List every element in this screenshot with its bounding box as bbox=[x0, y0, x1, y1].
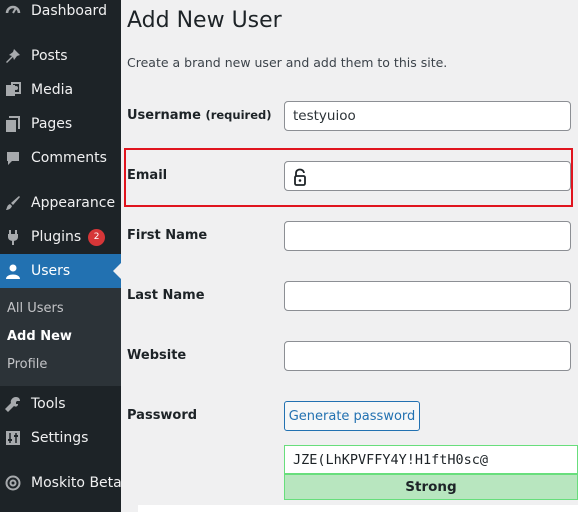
media-icon bbox=[5, 82, 21, 98]
website-field[interactable] bbox=[284, 341, 571, 371]
pin-icon bbox=[5, 48, 21, 64]
page-title: Add New User bbox=[127, 8, 282, 33]
first-name-input[interactable] bbox=[293, 228, 562, 244]
submenu-profile[interactable]: Profile bbox=[7, 357, 47, 372]
sidebar-item-media[interactable]: Media bbox=[0, 73, 121, 107]
first-name-label: First Name bbox=[127, 228, 208, 243]
sidebar-item-tools[interactable]: Tools bbox=[0, 387, 121, 421]
sidebar-item-plugins[interactable]: Plugins 2 bbox=[0, 220, 121, 254]
username-field[interactable] bbox=[284, 101, 571, 131]
submenu-all-users[interactable]: All Users bbox=[7, 301, 64, 316]
email-field[interactable] bbox=[284, 161, 571, 191]
submenu-add-new[interactable]: Add New bbox=[7, 329, 72, 344]
sidebar-item-label: Users bbox=[31, 263, 71, 279]
admin-sidebar: Dashboard Posts Media Pages Comments App… bbox=[0, 0, 122, 512]
pages-icon bbox=[5, 116, 21, 132]
paintbrush-icon bbox=[5, 195, 21, 211]
sidebar-item-label: Moskito Beta bbox=[31, 475, 122, 491]
password-field[interactable]: JZE(LhKPVFFY4Y!H1ftH0sc@ bbox=[284, 445, 578, 474]
last-name-input[interactable] bbox=[293, 288, 562, 304]
password-strength-indicator: Strong bbox=[284, 474, 578, 500]
dashboard-icon bbox=[5, 3, 21, 19]
password-manager-icon[interactable] bbox=[293, 168, 307, 186]
sidebar-item-label: Dashboard bbox=[31, 3, 107, 19]
website-label: Website bbox=[127, 348, 187, 363]
generate-password-button[interactable]: Generate password bbox=[284, 401, 420, 431]
sidebar-item-label: Pages bbox=[31, 116, 73, 132]
sidebar-item-comments[interactable]: Comments bbox=[0, 141, 121, 175]
sliders-icon bbox=[5, 430, 21, 446]
last-name-label: Last Name bbox=[127, 288, 205, 303]
sidebar-item-appearance[interactable]: Appearance bbox=[0, 186, 121, 220]
last-name-field[interactable] bbox=[284, 281, 571, 311]
required-note: (required) bbox=[205, 108, 272, 122]
update-count-badge: 2 bbox=[88, 228, 106, 246]
password-label: Password bbox=[127, 408, 198, 423]
content-bottom-edge bbox=[138, 505, 578, 512]
sidebar-item-settings[interactable]: Settings bbox=[0, 421, 121, 455]
wrench-icon bbox=[5, 396, 21, 412]
comment-icon bbox=[5, 150, 21, 166]
sidebar-item-label: Plugins bbox=[31, 229, 82, 245]
sidebar-item-moskito[interactable]: Moskito Beta bbox=[0, 466, 122, 500]
sidebar-item-posts[interactable]: Posts bbox=[0, 39, 121, 73]
sidebar-item-label: Comments bbox=[31, 150, 107, 166]
sidebar-item-users[interactable]: Users bbox=[0, 254, 121, 288]
sidebar-item-dashboard[interactable]: Dashboard bbox=[0, 0, 121, 28]
username-input[interactable] bbox=[293, 108, 562, 124]
sidebar-item-label: Media bbox=[31, 82, 74, 98]
username-label: Username (required) bbox=[127, 108, 272, 123]
main-content: Add New User Create a brand new user and… bbox=[121, 0, 578, 512]
user-icon bbox=[5, 263, 21, 279]
email-label: Email bbox=[127, 168, 168, 183]
website-input[interactable] bbox=[293, 348, 562, 364]
sidebar-item-label: Tools bbox=[31, 396, 66, 412]
username-label-text: Username bbox=[127, 108, 201, 123]
moskito-icon bbox=[5, 475, 21, 491]
sidebar-item-pages[interactable]: Pages bbox=[0, 107, 121, 141]
sidebar-item-label: Appearance bbox=[31, 195, 116, 211]
users-submenu: All Users Add New Profile bbox=[0, 288, 121, 386]
plug-icon bbox=[5, 229, 21, 245]
sidebar-item-label: Settings bbox=[31, 430, 89, 446]
sidebar-item-label: Posts bbox=[31, 48, 68, 64]
first-name-field[interactable] bbox=[284, 221, 571, 251]
page-description: Create a brand new user and add them to … bbox=[127, 55, 448, 70]
